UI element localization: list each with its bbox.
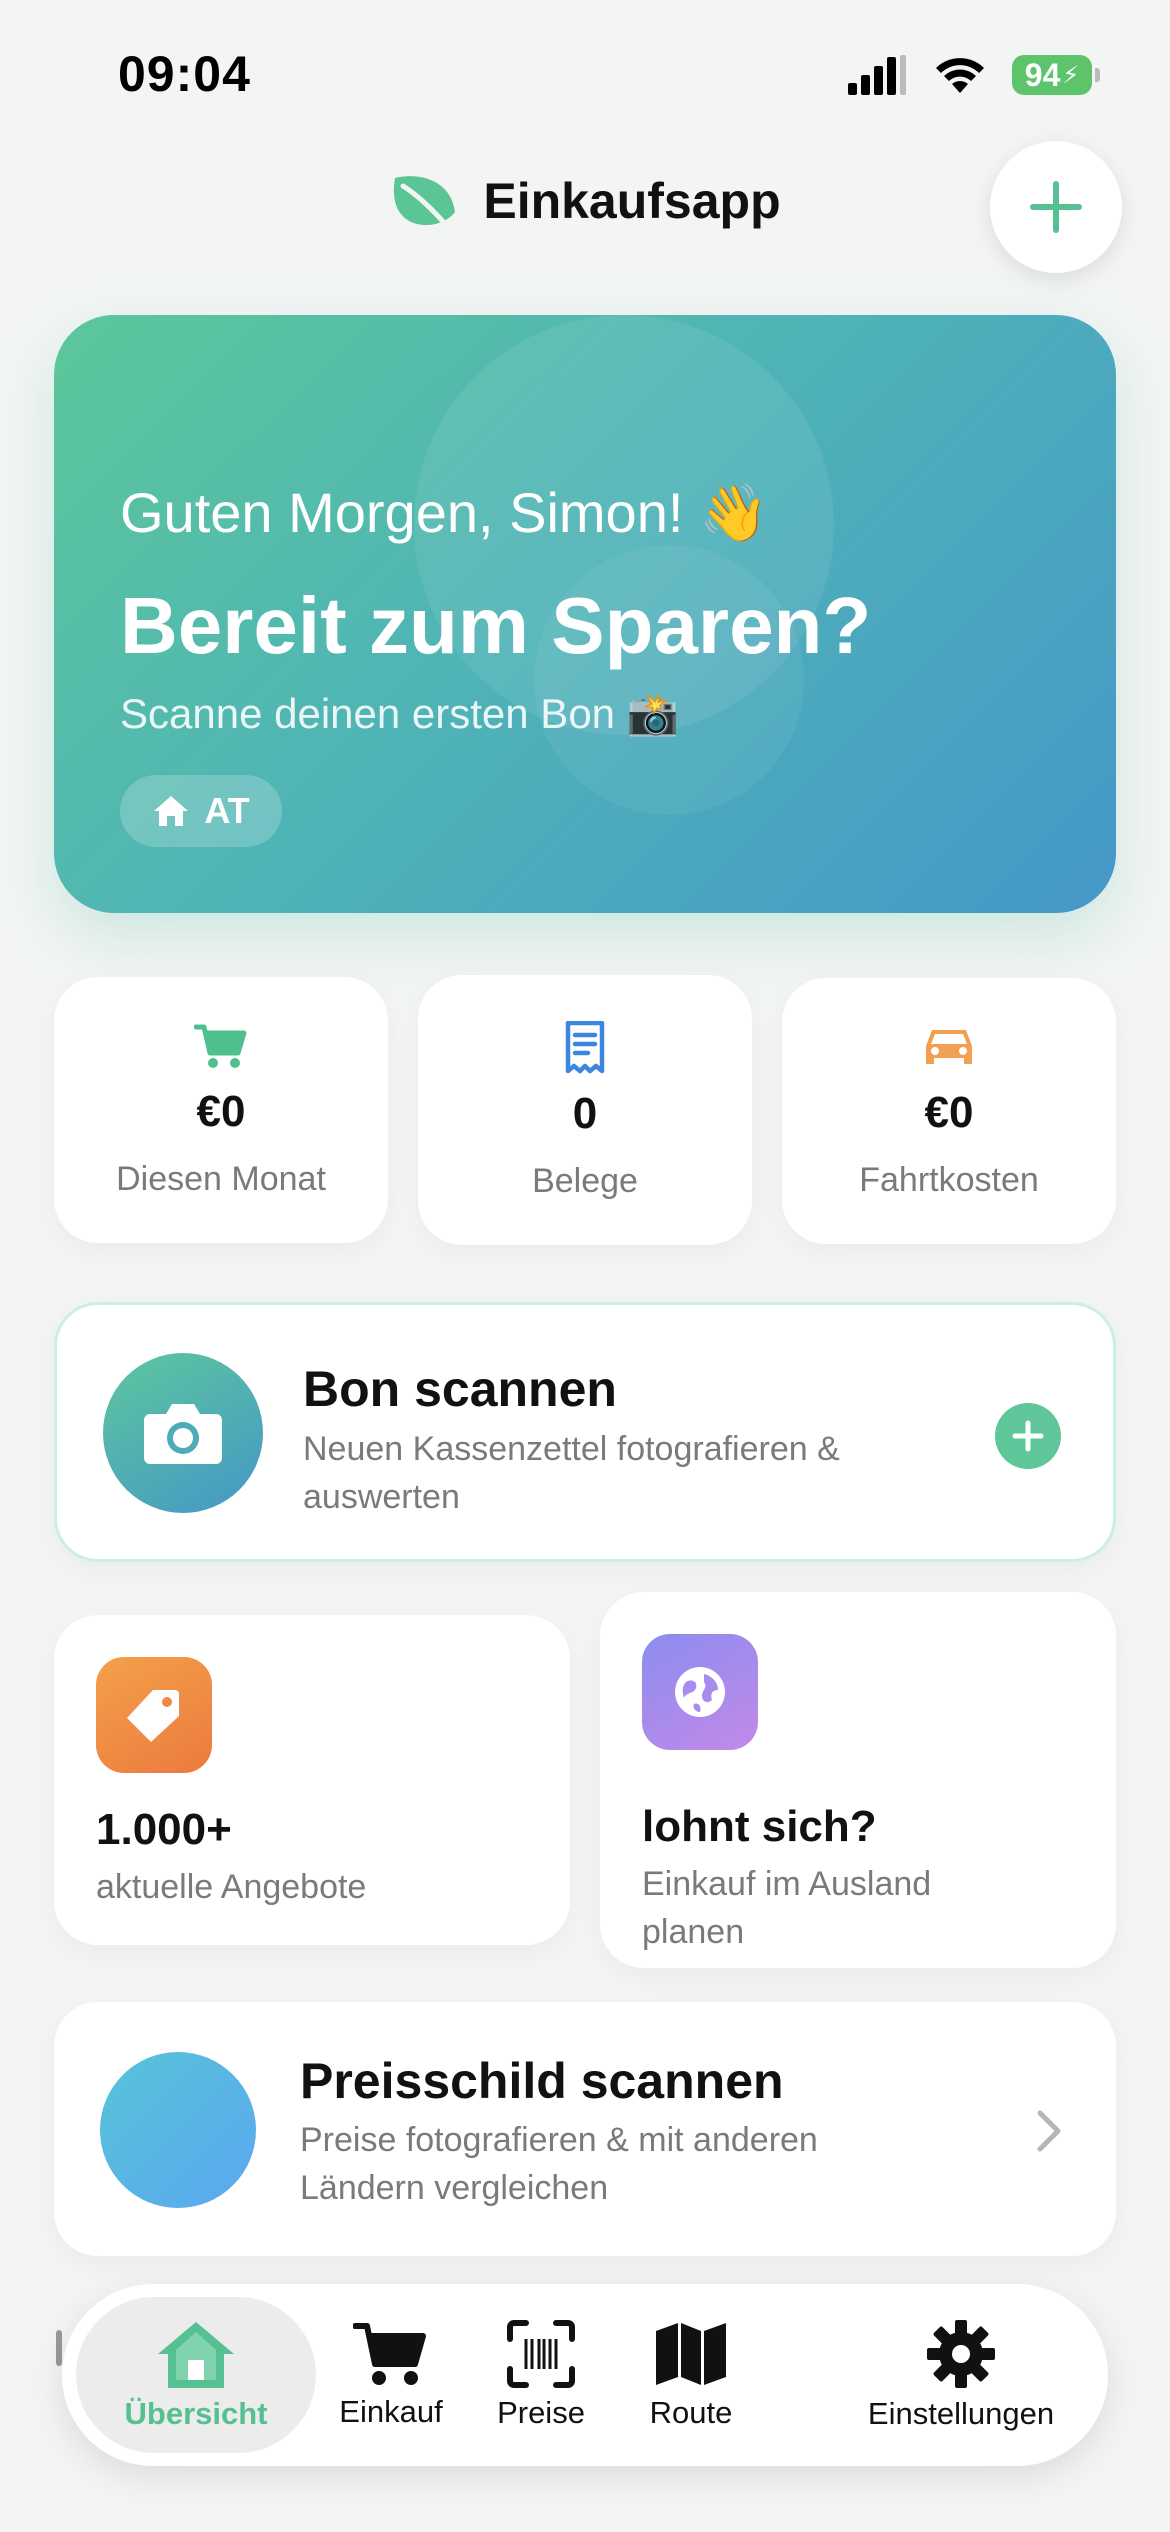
bottom-navigation: Übersicht Einkauf Preise Route Einstellu… — [62, 2284, 1108, 2466]
leaf-icon — [394, 176, 456, 229]
battery-indicator: 94 ⚡ — [1012, 55, 1100, 95]
stat-label: Belege — [532, 1162, 638, 1200]
chevron-right-icon — [1037, 2110, 1061, 2152]
nav-item-prices[interactable]: Preise — [466, 2284, 616, 2466]
abroad-title: lohnt sich? — [642, 1802, 877, 1851]
status-icons: 94 ⚡ — [848, 55, 1100, 95]
plus-icon — [1012, 1420, 1044, 1452]
country-code: AT — [204, 790, 250, 831]
stat-card-travel[interactable]: €0 Fahrtkosten — [782, 978, 1116, 1244]
stat-value: €0 — [196, 1087, 246, 1136]
nav-item-settings[interactable]: Einstellungen — [826, 2284, 1096, 2466]
stat-value: 0 — [572, 1089, 598, 1138]
offers-label: aktuelle Angebote — [96, 1868, 367, 1906]
battery-level: 94 — [1024, 56, 1061, 93]
abroad-card[interactable]: lohnt sich? Einkauf im Ausland planen — [600, 1592, 1116, 1968]
cart-icon — [54, 1023, 388, 1069]
scan-receipt-add-button[interactable] — [995, 1403, 1061, 1469]
offers-count: 1.000+ — [96, 1805, 232, 1854]
status-time: 09:04 — [118, 46, 251, 102]
scan-receipt-card[interactable]: Bon scannen Neuen Kassenzettel fotografi… — [54, 1302, 1116, 1562]
stat-card-receipts[interactable]: 0 Belege — [418, 975, 752, 1245]
app-title: Einkaufsapp — [483, 173, 781, 229]
abroad-subtitle: Einkauf im Ausland planen — [642, 1865, 932, 1951]
scan-price-tag-card[interactable]: Preisschild scannen Preise fotografieren… — [54, 2002, 1116, 2256]
nav-item-shopping[interactable]: Einkauf — [316, 2284, 466, 2466]
greeting-banner: Guten Morgen, Simon! 👋 Bereit zum Sparen… — [54, 315, 1116, 913]
scan-receipt-subtitle: Neuen Kassenzettel fotografieren & auswe… — [303, 1430, 840, 1516]
nav-item-overview[interactable]: Übersicht — [76, 2284, 316, 2466]
price-tag-scan-icon — [100, 2052, 256, 2208]
cart-icon — [353, 2323, 426, 2385]
add-button[interactable] — [990, 141, 1122, 273]
scroll-handle — [56, 2330, 62, 2366]
signal-icon — [848, 55, 906, 95]
nav-label: Übersicht — [124, 2396, 268, 2431]
camera-icon — [103, 1353, 263, 1513]
nav-label: Route — [649, 2395, 733, 2430]
home-icon — [154, 796, 189, 826]
receipt-icon — [418, 1021, 752, 1075]
price-tag-title: Preisschild scannen — [300, 2053, 784, 2109]
tag-icon — [96, 1657, 212, 1773]
price-tag-subtitle: Preise fotografieren & mit anderen Lände… — [300, 2121, 818, 2207]
nav-label: Einkauf — [339, 2394, 443, 2429]
nav-label: Preise — [497, 2395, 585, 2430]
hero-title: Bereit zum Sparen? — [120, 581, 872, 670]
hero-subtitle: Scanne deinen ersten Bon 📸 — [120, 690, 680, 737]
scan-receipt-title: Bon scannen — [303, 1361, 617, 1417]
stat-label: Diesen Monat — [116, 1160, 326, 1198]
stat-card-month[interactable]: €0 Diesen Monat — [54, 977, 388, 1243]
plus-icon — [1030, 181, 1082, 233]
offers-card[interactable]: 1.000+ aktuelle Angebote — [54, 1615, 570, 1945]
globe-icon — [642, 1634, 758, 1750]
barcode-scan-icon — [507, 2320, 575, 2388]
charging-icon: ⚡ — [1062, 61, 1080, 89]
map-icon — [656, 2323, 726, 2385]
gear-icon — [927, 2320, 995, 2388]
stat-value: €0 — [924, 1088, 974, 1137]
stat-label: Fahrtkosten — [859, 1161, 1039, 1199]
wifi-icon — [936, 58, 984, 93]
car-icon — [782, 1024, 1116, 1070]
country-chip[interactable]: AT — [120, 775, 282, 847]
greeting-text: Guten Morgen, Simon! 👋 — [120, 481, 769, 544]
home-icon — [158, 2322, 234, 2388]
nav-label: Einstellungen — [867, 2396, 1055, 2431]
nav-item-route[interactable]: Route — [616, 2284, 766, 2466]
